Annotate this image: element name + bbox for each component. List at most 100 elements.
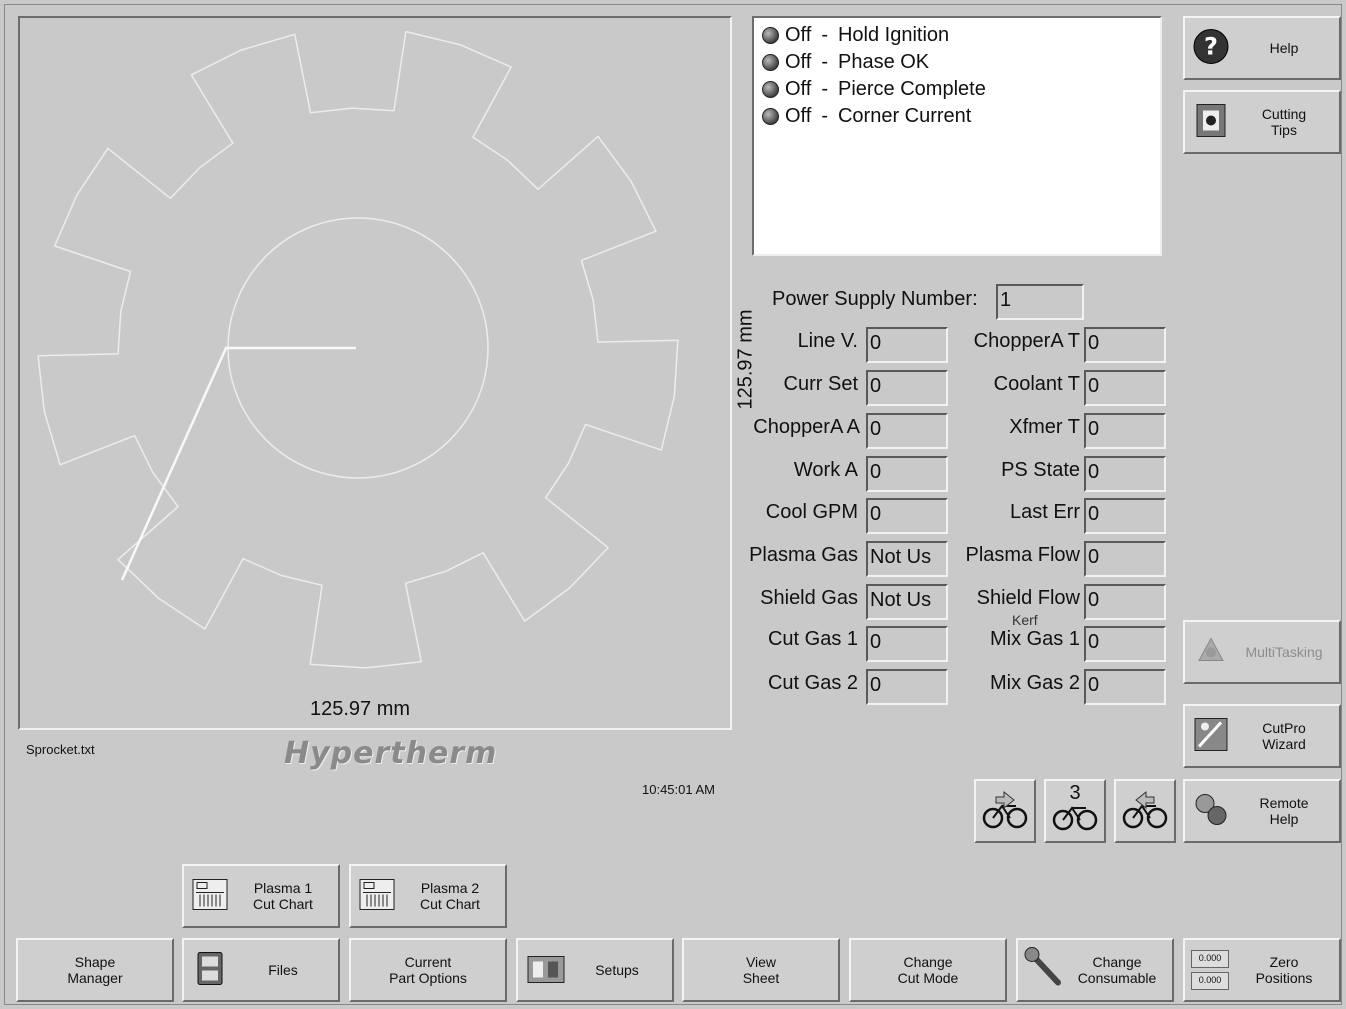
- work-a-field[interactable]: 0: [866, 456, 948, 492]
- plasma-gas-label: Plasma Gas: [749, 544, 858, 566]
- clock: 10:45:01 AM: [642, 782, 715, 797]
- trial-run-number: 3: [1069, 782, 1081, 804]
- status-led-icon: [762, 54, 779, 71]
- work-a-label: Work A: [793, 459, 858, 481]
- cool-gpm-field[interactable]: 0: [866, 498, 948, 534]
- ps-state-field[interactable]: 0: [1084, 456, 1166, 492]
- lead-in-path: [120, 346, 356, 581]
- height-dimension: 125.97 mm: [734, 309, 757, 410]
- choppera-t-label: ChopperA T: [973, 330, 1080, 352]
- status-label: Corner Current: [837, 105, 972, 127]
- change-cut-mode-label: Change Cut Mode: [897, 954, 959, 986]
- shield-gas-label: Shield Gas: [760, 587, 858, 609]
- mix-gas-1-label: Mix Gas 1: [989, 628, 1080, 650]
- wrench-icon: [1024, 947, 1064, 994]
- trial-run-button[interactable]: 3: [1044, 779, 1106, 843]
- remote-help-label: Remote Help: [1259, 795, 1309, 827]
- status-state: Off: [785, 51, 812, 73]
- curr-set-field[interactable]: 0: [866, 370, 948, 406]
- curr-set-label: Curr Set: [783, 373, 858, 395]
- status-state: Off: [785, 24, 812, 46]
- plasma-1-cut-chart-label: Plasma 1 Cut Chart: [253, 880, 313, 912]
- sprocket-drawing: [37, 30, 679, 669]
- plasma-flow-label: Plasma Flow: [965, 544, 1080, 566]
- cut-chart-icon: [190, 875, 230, 918]
- plasma-flow-field[interactable]: 0: [1084, 541, 1166, 577]
- setups-machine-icon: [524, 949, 568, 992]
- cutting-tips-button[interactable]: Cutting Tips: [1183, 90, 1341, 154]
- multitasking-button[interactable]: MultiTasking: [1183, 620, 1341, 684]
- plasma-1-cut-chart-button[interactable]: Plasma 1 Cut Chart: [182, 864, 340, 928]
- cutpro-wizard-button[interactable]: CutPro Wizard: [1183, 704, 1341, 768]
- zero-x-readout: 0.000: [1191, 950, 1229, 968]
- choppera-t-field[interactable]: 0: [1084, 327, 1166, 363]
- cut-gas-1-field[interactable]: 0: [866, 626, 948, 662]
- multitasking-label: MultiTasking: [1245, 644, 1323, 660]
- status-led-icon: [762, 108, 779, 125]
- ps-state-label: PS State: [1001, 459, 1080, 481]
- view-sheet-label: View Sheet: [742, 954, 780, 986]
- shield-flow-field[interactable]: 0: [1084, 584, 1166, 620]
- zero-y-readout: 0.000: [1191, 972, 1229, 990]
- current-part-options-label: Current Part Options: [389, 954, 467, 986]
- change-cut-mode-button[interactable]: Change Cut Mode: [849, 938, 1007, 1002]
- cutting-tips-icon: [1191, 101, 1231, 144]
- status-sep: -: [821, 24, 828, 46]
- forward-button[interactable]: [1114, 779, 1176, 843]
- help-button[interactable]: ? Help: [1183, 16, 1341, 80]
- status-list: Off - Hold Ignition Off - Phase OK Off -…: [752, 16, 1162, 256]
- remote-help-button[interactable]: Remote Help: [1183, 779, 1341, 843]
- cut-chart-icon: [357, 875, 397, 918]
- shape-manager-label: Shape Manager: [67, 954, 123, 986]
- xfmer-t-field[interactable]: 0: [1084, 413, 1166, 449]
- status-led-icon: [762, 81, 779, 98]
- files-cabinet-icon: [190, 949, 230, 992]
- zero-positions-label: Zero Positions: [1255, 954, 1313, 986]
- mix-gas-1-field[interactable]: 0: [1084, 626, 1166, 662]
- coolant-t-label: Coolant T: [993, 373, 1080, 395]
- change-consumable-label: Change Consumable: [1077, 954, 1157, 986]
- view-sheet-button[interactable]: View Sheet: [682, 938, 840, 1002]
- back-button[interactable]: [974, 779, 1036, 843]
- xfmer-t-label: Xfmer T: [1009, 416, 1080, 438]
- last-err-field[interactable]: 0: [1084, 498, 1166, 534]
- plasma-gas-field[interactable]: Not Us: [866, 541, 948, 577]
- status-sep: -: [821, 105, 828, 127]
- choppera-a-label: ChopperA A: [753, 416, 860, 438]
- status-row: Off - Pierce Complete: [754, 76, 1160, 103]
- wizard-icon: [1191, 715, 1231, 758]
- status-sep: -: [821, 51, 828, 73]
- choppera-a-field[interactable]: 0: [866, 413, 948, 449]
- files-button[interactable]: Files: [182, 938, 340, 1002]
- power-supply-label: Power Supply Number:: [772, 288, 978, 310]
- status-row: Off - Corner Current: [754, 103, 1160, 130]
- status-row: Off - Phase OK: [754, 49, 1160, 76]
- line-v-field[interactable]: 0: [866, 327, 948, 363]
- mix-gas-2-field[interactable]: 0: [1084, 669, 1166, 705]
- hypertherm-logo: Hypertherm: [284, 736, 498, 771]
- setups-button[interactable]: Setups: [516, 938, 674, 1002]
- cutpro-wizard-label: CutPro Wizard: [1262, 720, 1306, 752]
- coolant-t-field[interactable]: 0: [1084, 370, 1166, 406]
- cool-gpm-label: Cool GPM: [765, 501, 858, 523]
- sprocket-outline: [37, 30, 679, 669]
- last-err-label: Last Err: [1009, 501, 1080, 523]
- power-supply-field[interactable]: 1: [996, 284, 1084, 320]
- part-preview-canvas: 125.97 mm 125.97 mm: [18, 16, 757, 730]
- status-label: Hold Ignition: [837, 24, 950, 46]
- shape-manager-button[interactable]: Shape Manager: [16, 938, 174, 1002]
- current-part-options-button[interactable]: Current Part Options: [349, 938, 507, 1002]
- status-state: Off: [785, 105, 812, 127]
- setups-label: Setups: [595, 962, 639, 978]
- zero-positions-button[interactable]: 0.000 0.000 Zero Positions: [1183, 938, 1341, 1002]
- plasma-2-cut-chart-button[interactable]: Plasma 2 Cut Chart: [349, 864, 507, 928]
- shield-flow-label: Shield Flow: [976, 587, 1080, 609]
- bicycle-forward-icon: [1120, 788, 1170, 835]
- width-dimension: 125.97 mm: [309, 698, 411, 720]
- cut-gas-2-label: Cut Gas 2: [767, 672, 858, 694]
- line-v-label: Line V.: [797, 330, 858, 352]
- change-consumable-button[interactable]: Change Consumable: [1016, 938, 1174, 1002]
- shield-gas-field[interactable]: Not Us: [866, 584, 948, 620]
- multitasking-icon: [1191, 631, 1231, 674]
- cut-gas-2-field[interactable]: 0: [866, 669, 948, 705]
